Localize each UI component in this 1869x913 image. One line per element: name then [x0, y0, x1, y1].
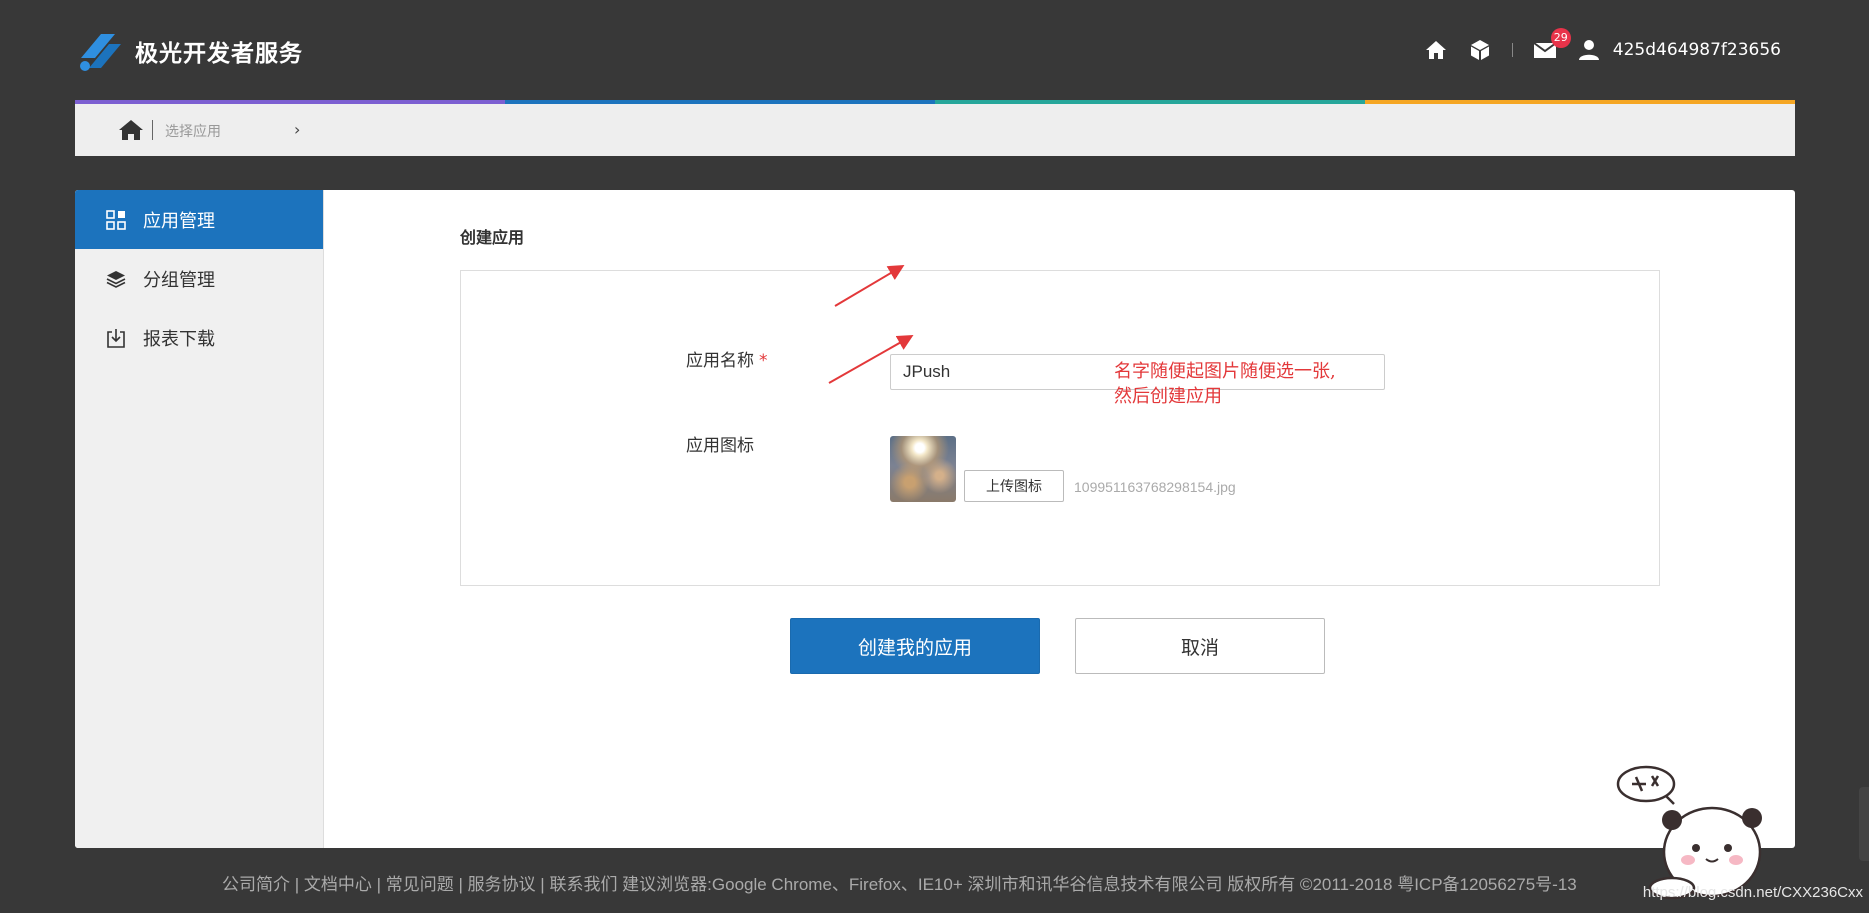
- breadcrumb-current[interactable]: 选择应用: [165, 121, 221, 141]
- app-name-label: 应用名称 *: [686, 346, 768, 371]
- breadcrumb-home-icon[interactable]: [118, 119, 144, 141]
- brand-logo[interactable]: 极光开发者服务: [75, 28, 303, 74]
- layers-icon: [105, 268, 127, 290]
- sidebar-item-group-management[interactable]: 分组管理: [75, 249, 323, 308]
- jiguang-logo-icon: [80, 34, 121, 71]
- sidebar-item-report-download[interactable]: 报表下载: [75, 308, 323, 367]
- username[interactable]: 425d464987f23656: [1613, 40, 1781, 60]
- brand-name: 极光开发者服务: [135, 41, 303, 67]
- footer-links[interactable]: 公司简介 | 文档中心 | 常见问题 | 服务协议 | 联系我们 建议浏览器:G…: [222, 870, 1577, 895]
- app-name-label-text: 应用名称: [686, 351, 754, 371]
- csdn-watermark: https://blog.csdn.net/CXX236Cxx: [1642, 884, 1863, 901]
- stripe-orange: [1365, 100, 1795, 104]
- app-icon-preview: [890, 436, 956, 502]
- chevron-right-icon[interactable]: ›: [294, 120, 300, 139]
- breadcrumb: 选择应用 ›: [75, 100, 1795, 156]
- upload-icon-button[interactable]: 上传图标: [964, 470, 1064, 502]
- create-app-button[interactable]: 创建我的应用: [790, 618, 1040, 674]
- sidebar-item-label: 报表下载: [143, 328, 215, 350]
- home-icon[interactable]: [1424, 38, 1448, 62]
- required-mark: *: [759, 351, 768, 371]
- stripe-purple: [75, 100, 505, 104]
- sidebar-item-label: 应用管理: [143, 210, 215, 232]
- breadcrumb-divider: [152, 120, 153, 140]
- uploaded-file-name: 109951163768298154.jpg: [1074, 479, 1236, 495]
- cancel-button[interactable]: 取消: [1075, 618, 1325, 674]
- cube-icon[interactable]: [1468, 38, 1492, 62]
- user-icon[interactable]: [1577, 38, 1601, 62]
- header-actions: 29 425d464987f23656: [1404, 28, 1781, 62]
- download-icon: [105, 327, 127, 349]
- sidebar-item-app-management[interactable]: 应用管理: [75, 190, 323, 249]
- side-scroll-widget[interactable]: [1859, 787, 1869, 861]
- annotation-note: 名字随便起图片随便选一张, 然后创建应用: [1114, 359, 1336, 409]
- sidebar-item-label: 分组管理: [143, 269, 215, 291]
- create-app-form: 应用名称* 应用图标 上传图标 109951163768298154.jpg 名…: [460, 270, 1660, 586]
- page-title: 创建应用: [460, 228, 525, 247]
- sidebar: 应用管理 分组管理 报表下载: [75, 190, 324, 848]
- annotation-line-2: 然后创建应用: [1114, 386, 1222, 407]
- notification-badge: 29: [1550, 28, 1571, 48]
- grid-icon: [105, 209, 127, 231]
- stripe-teal: [935, 100, 1365, 104]
- stripe-blue: [505, 100, 935, 104]
- main-panel: 应用管理 分组管理 报表下载 创建应用 应用名称* 应用图标 上传图标 1099…: [75, 190, 1795, 848]
- annotation-line-1: 名字随便起图片随便选一张,: [1114, 361, 1336, 382]
- app-icon-label: 应用图标: [686, 436, 754, 456]
- mail-icon[interactable]: 29: [1533, 28, 1571, 62]
- header-divider: [1511, 43, 1513, 57]
